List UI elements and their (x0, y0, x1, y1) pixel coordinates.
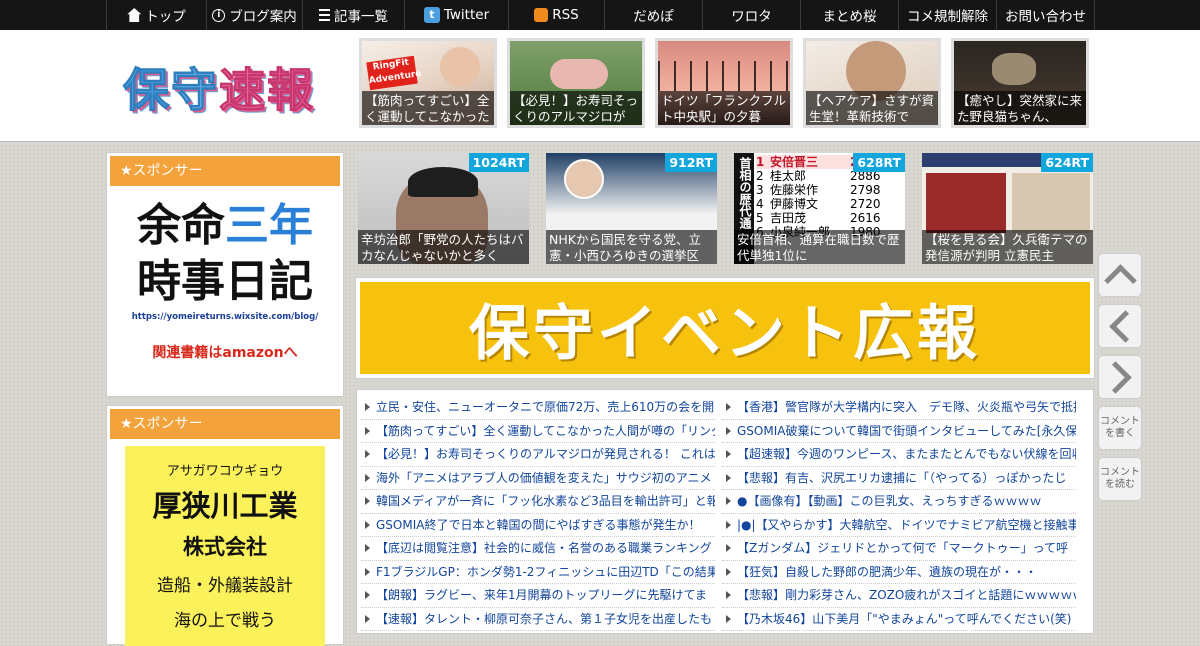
feed-link[interactable]: 韓国メディアが一斉に「フッ化水素など3品目を輸出許可」と報道 (361, 490, 715, 514)
table-row: 3 佐藤栄作 2798 (756, 183, 881, 197)
feed-link[interactable]: GSOMIA破棄について韓国で街頭インタビューしてみた[永久保存 (722, 420, 1076, 443)
nav-twitter[interactable]: t Twitter (404, 0, 508, 30)
feed-link[interactable]: 【乃木坂46】山下美月「"やまみょん"って呼んでください(笑) (722, 608, 1076, 631)
nav-article-list[interactable]: 記事一覧 (302, 0, 404, 30)
write-comment-button[interactable]: コメントを書く (1098, 406, 1142, 450)
hair-shape (408, 167, 478, 197)
feed-link[interactable]: 【朗報】ラグビー、来年1月開幕のトップリーグに先駆けてま (361, 584, 715, 608)
table-row: 4 伊藤博文 2720 (756, 197, 881, 211)
feed-link[interactable]: 【超速報】今週のワンピース、またまたとんでもない伏線を回収 (722, 443, 1076, 467)
rt-card-shinbo[interactable]: 1024RT 辛坊治郎「野党の人たちはバカなんじゃないかと多く (358, 153, 529, 264)
header-article-card-frankfurt[interactable]: ドイツ「フランクフルト中央駅」の夕暮 (655, 38, 793, 128)
site-logo[interactable]: 保守速報 (123, 54, 315, 120)
nav-top[interactable]: トップ (106, 0, 206, 30)
rt-card-abe[interactable]: 首相の歴代通 1安倍晋三2887 2桂太郎2886 3佐藤栄作2798 4伊藤博… (734, 153, 905, 264)
feed-link[interactable]: 【底辺は閲覧注意】社会的に威信・名誉のある職業ランキング (361, 537, 715, 561)
chevron-left-icon (1108, 309, 1142, 343)
rt-card-sakura[interactable]: 624RT 【桜を見る会】久兵衛テマの発信源が判明 立憲民主 (922, 153, 1093, 264)
nav-rss[interactable]: RSS (508, 0, 604, 30)
retweet-count-badge: 624RT (1041, 153, 1093, 172)
newspaper-photo (1012, 173, 1090, 233)
nav-damepo[interactable]: だめぽ (604, 0, 702, 30)
feed-link[interactable]: 【香港】警官隊が大学構内に突入 デモ隊、火炎瓶や弓矢で抵抗 (722, 396, 1076, 420)
header-article-card-cat[interactable]: 【癒やし】突然家に来た野良猫ちゃん、 (951, 38, 1089, 128)
article-feed: 立民・安住、ニューオータニで原価72万、売上610万の会を開いていた 【筋肉って… (356, 389, 1094, 634)
scroll-top-button[interactable] (1098, 253, 1142, 297)
header-article-card-shiseido[interactable]: 【ヘアケア】さすが資生堂！革新技術で (803, 38, 941, 128)
station-silhouette (658, 61, 790, 91)
info-icon: i (212, 8, 226, 22)
retweet-count-badge: 912RT (665, 153, 717, 172)
profile-text-strip (546, 209, 717, 231)
header-article-card-ringfit[interactable]: RingFit Adventure 【筋肉ってすごい】全く運動してこなかった人間… (359, 38, 497, 128)
feed-link[interactable]: 立民・安住、ニューオータニで原価72万、売上610万の会を開いていた (361, 396, 715, 420)
header-article-card-armadillo[interactable]: 【必見！】お寿司そっくりのアルマジロが (507, 38, 645, 128)
chevron-up-icon (1103, 263, 1137, 297)
site-header: 保守速報 RingFit Adventure 【筋肉ってすごい】全く運動してこな… (0, 30, 1200, 142)
feed-link[interactable]: 【筋肉ってすごい】全く運動してこなかった人間が噂の「リングフィット (361, 420, 715, 443)
feed-link[interactable]: F1ブラジルGP：ホンダ勢1-2フィニッシュに田辺TD「この結果 (361, 561, 715, 584)
asagawa-ad-banner[interactable]: アサガワコウギョウ 厚狭川工業 株式会社 造船・外艤装設計 海の上で戦う (125, 446, 325, 646)
yomei-ad-banner[interactable]: 余命三年 時事日記 https://yomeireturns.wixsite.c… (107, 198, 343, 362)
sidebar-sponsor-heading: ★スポンサー (110, 409, 340, 439)
list-icon (319, 9, 330, 21)
nav-blog-guide[interactable]: i ブログ案内 (206, 0, 302, 30)
retweet-count-badge: 628RT (853, 153, 905, 172)
table-row: 5 吉田茂 2616 (756, 211, 881, 225)
avatar (564, 159, 604, 199)
feed-link[interactable]: GSOMIA終了で日本と韓国の間にやばすぎる事態が発生か！ (361, 514, 715, 537)
feed-link[interactable]: 【狂気】自殺した野郎の肥満少年、遺族の現在が・・・ (722, 561, 1076, 584)
feed-link[interactable]: ●【画像有】【動画】この巨乳女、えっちすぎるｗｗｗｗ (722, 490, 1076, 514)
read-comments-button[interactable]: コメントを読む (1098, 457, 1142, 501)
sidebar-sponsor-2: ★スポンサー アサガワコウギョウ 厚狭川工業 株式会社 造船・外艤装設計 海の上… (106, 405, 344, 646)
sidebar-sponsor-1: ★スポンサー 余命三年 時事日記 https://yomeireturns.wi… (106, 152, 344, 397)
feed-link[interactable]: 【悲報】有吉、沢尻エリカ逮捕に「（やってる）っぽかったじ (722, 467, 1076, 490)
previous-article-button[interactable] (1098, 304, 1142, 348)
feed-link[interactable]: 【Zガンダム】ジェリドとかって何で「マークトゥー」って呼 (722, 537, 1076, 561)
armadillo-thumbnail (550, 59, 608, 89)
rt-card-nhk[interactable]: 912RT NHKから国民を守る党、立憲・小西ひろゆきの選挙区 (546, 153, 717, 264)
twitter-icon: t (423, 7, 440, 23)
nav-matome-sakura[interactable]: まとめ桜 (800, 0, 898, 30)
nav-warota[interactable]: ワロタ (702, 0, 800, 30)
feed-link[interactable]: 【速報】タレント・柳原可奈子さん、第１子女児を出産したも (361, 608, 715, 631)
top-navigation-bar: トップ i ブログ案内 記事一覧 t Twitter RSS だめぽ ワロタ まとめ… (0, 0, 1200, 30)
feed-column-right: 【香港】警官隊が大学構内に突入 デモ隊、火炎瓶や弓矢で抵抗 GSOMIA破棄につ… (722, 396, 1076, 631)
ringfit-logo: RingFit Adventure (366, 55, 422, 91)
feed-link[interactable]: 海外「アニメはアラブ人の価値観を変えた」サウジ初のアニメ (361, 467, 715, 490)
person-thumbnail (440, 47, 480, 87)
feed-link[interactable]: |●|【又やらかす】大韓航空、ドイツでナミビア航空機と接触事 (722, 514, 1076, 537)
feed-link[interactable]: 【悲報】剛力彩芽さん、ZOZO疲れがスゴイと話題にｗｗｗｗｗ (722, 584, 1076, 608)
retweet-count-badge: 1024RT (468, 153, 529, 172)
amazon-link[interactable]: 関連書籍はamazonへ (107, 342, 343, 362)
chevron-right-icon (1098, 360, 1132, 394)
sidebar-sponsor-heading: ★スポンサー (110, 156, 340, 186)
newspaper-photo (926, 173, 1006, 233)
cat-thumbnail (992, 53, 1036, 85)
next-article-button[interactable] (1098, 355, 1142, 399)
feed-link[interactable]: 【必見！】お寿司そっくりのアルマジロが発見される！ これは (361, 443, 715, 467)
nav-comment-unban[interactable]: コメ規制解除 (898, 0, 996, 30)
rss-icon (534, 8, 549, 22)
feed-column-left: 立民・安住、ニューオータニで原価72万、売上610万の会を開いていた 【筋肉って… (361, 396, 715, 631)
hoshu-event-banner[interactable]: 保守イベント広報 (355, 277, 1095, 379)
nav-contact[interactable]: お問い合わせ (996, 0, 1095, 30)
home-icon (127, 8, 142, 22)
